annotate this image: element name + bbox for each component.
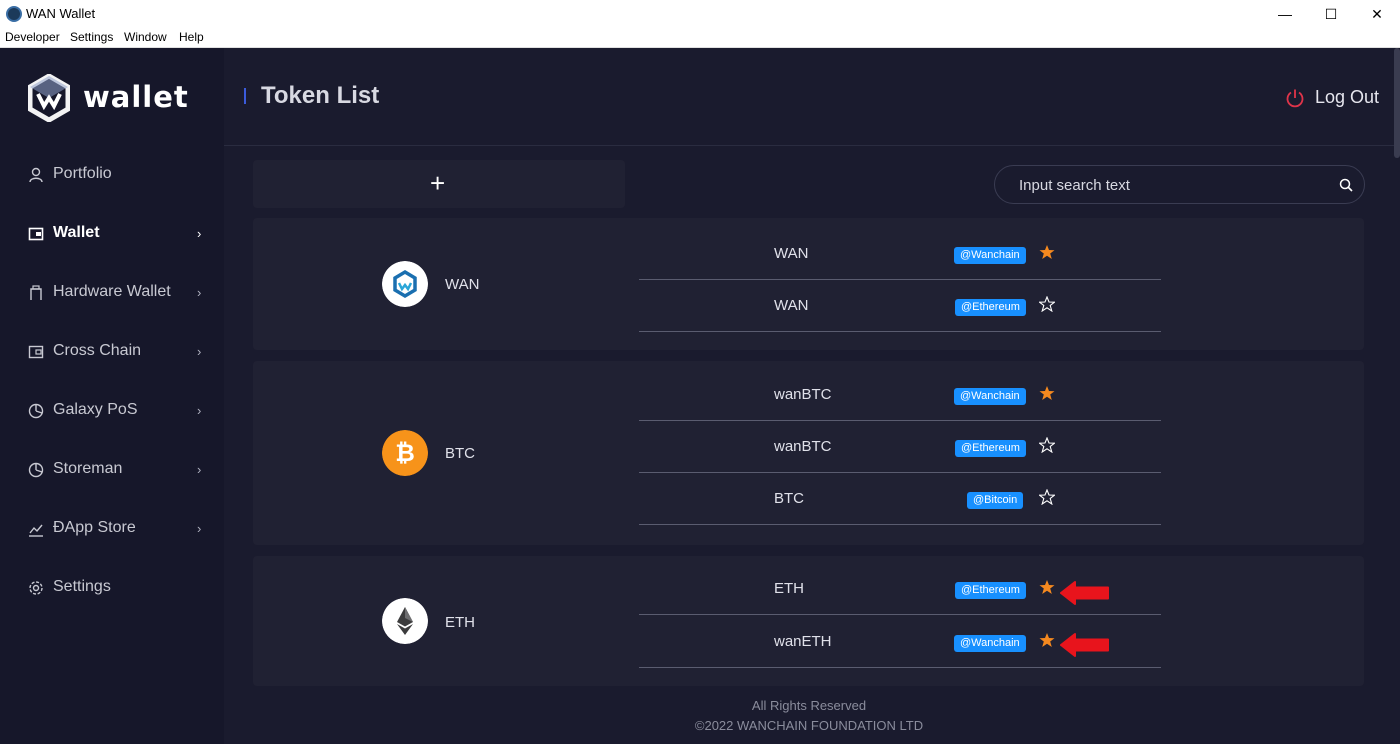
token-group-card: ₿ BTC wanBTC @Wanchain wanBTC @Ethereum … bbox=[253, 361, 1364, 545]
sidebar-item-label: Settings bbox=[53, 578, 111, 595]
minimize-button[interactable]: — bbox=[1262, 0, 1308, 28]
close-button[interactable]: ✕ bbox=[1354, 0, 1400, 28]
sidebar-item-label: ĐApp Store bbox=[53, 519, 136, 536]
token-group-card: WAN WAN @Wanchain WAN @Ethereum bbox=[253, 218, 1364, 350]
token-row[interactable]: wanBTC @Ethereum bbox=[639, 421, 1161, 473]
menu-help[interactable]: Help bbox=[179, 30, 204, 44]
sidebar-item-storeman[interactable]: Storeman › bbox=[0, 450, 224, 490]
wanchain-logo-icon bbox=[28, 74, 70, 122]
user-icon bbox=[29, 167, 43, 183]
star-filled-icon[interactable] bbox=[1039, 244, 1055, 260]
chain-tag: @Bitcoin bbox=[967, 492, 1024, 509]
main-content: Token List Log Out + Input search text W… bbox=[224, 48, 1400, 744]
sidebar-item-label: Portfolio bbox=[53, 165, 112, 182]
token-group-name: WAN bbox=[445, 276, 480, 293]
sidebar-item-portfolio[interactable]: Portfolio bbox=[0, 155, 224, 195]
search-placeholder: Input search text bbox=[1019, 177, 1130, 194]
sidebar-item-wallet[interactable]: Wallet › bbox=[0, 214, 224, 254]
search-icon[interactable] bbox=[1339, 178, 1353, 192]
star-filled-icon[interactable] bbox=[1039, 385, 1055, 401]
token-symbol: wanBTC bbox=[774, 438, 832, 455]
chain-tag: @Ethereum bbox=[955, 299, 1026, 316]
svg-text:₿: ₿ bbox=[395, 440, 415, 467]
btc-logo-icon: ₿ bbox=[382, 430, 428, 476]
star-outline-icon[interactable] bbox=[1039, 296, 1055, 312]
add-token-button[interactable]: + bbox=[253, 160, 625, 208]
star-outline-icon[interactable] bbox=[1039, 489, 1055, 505]
title-accent-bar bbox=[244, 88, 246, 104]
logout-button[interactable]: Log Out bbox=[1285, 86, 1395, 112]
star-outline-icon[interactable] bbox=[1039, 437, 1055, 453]
menu-settings[interactable]: Settings bbox=[70, 30, 113, 44]
gear-icon bbox=[29, 581, 43, 595]
window-title-bar: WAN Wallet — ☐ ✕ bbox=[0, 0, 1400, 28]
sidebar-item-label: Hardware Wallet bbox=[53, 283, 171, 300]
chain-tag: @Wanchain bbox=[954, 247, 1026, 264]
logo-text: wallet bbox=[83, 80, 189, 114]
chevron-right-icon: › bbox=[197, 285, 202, 300]
power-icon bbox=[1286, 89, 1304, 108]
page-header: Token List Log Out bbox=[224, 48, 1394, 146]
token-row[interactable]: BTC @Bitcoin bbox=[639, 473, 1161, 525]
wan-logo-icon bbox=[382, 261, 428, 307]
sidebar-item-settings[interactable]: Settings bbox=[0, 568, 224, 608]
chain-tag: @Wanchain bbox=[954, 388, 1026, 405]
plus-icon: + bbox=[430, 168, 446, 198]
cross-chain-icon bbox=[28, 345, 44, 359]
eth-logo-icon bbox=[382, 598, 428, 644]
sidebar-item-dapp-store[interactable]: ĐApp Store › bbox=[0, 509, 224, 549]
chevron-right-icon: › bbox=[197, 344, 202, 359]
sidebar-item-hardware-wallet[interactable]: Hardware Wallet › bbox=[0, 273, 224, 313]
token-row[interactable]: WAN @Ethereum bbox=[639, 280, 1161, 332]
star-filled-icon[interactable] bbox=[1039, 632, 1055, 648]
search-input[interactable]: Input search text bbox=[994, 165, 1365, 204]
line-chart-icon bbox=[29, 524, 43, 537]
token-symbol: WAN bbox=[774, 297, 809, 314]
token-row[interactable]: WAN @Wanchain bbox=[639, 228, 1161, 280]
wallet-logo: wallet bbox=[28, 74, 188, 124]
pie-chart-icon bbox=[28, 462, 44, 478]
wallet-icon bbox=[28, 227, 44, 241]
chain-tag: @Ethereum bbox=[955, 582, 1026, 599]
token-group-name: ETH bbox=[445, 614, 475, 631]
token-symbol: wanETH bbox=[774, 633, 832, 650]
menu-bar: Developer Settings Window Help bbox=[0, 28, 1400, 48]
sidebar-item-label: Cross Chain bbox=[53, 342, 142, 359]
token-group-card: ETH ETH @Ethereum wanETH @Wanchain bbox=[253, 556, 1364, 686]
annotation-arrow-icon bbox=[1060, 581, 1109, 605]
sidebar-item-label: Storeman bbox=[53, 460, 123, 477]
scrollbar-thumb[interactable] bbox=[1394, 48, 1400, 158]
sidebar-item-cross-chain[interactable]: Cross Chain › bbox=[0, 332, 224, 372]
logout-label: Log Out bbox=[1315, 87, 1380, 107]
chain-tag: @Wanchain bbox=[954, 635, 1026, 652]
footer-copyright: ©2022 WANCHAIN FOUNDATION LTD bbox=[694, 718, 924, 733]
menu-developer[interactable]: Developer bbox=[5, 30, 60, 44]
token-group-name: BTC bbox=[445, 445, 475, 462]
footer-rights: All Rights Reserved bbox=[751, 698, 867, 713]
page-title: Token List bbox=[261, 82, 380, 109]
sidebar: wallet Portfolio Wallet › Hardware Walle… bbox=[0, 48, 224, 744]
token-symbol: WAN bbox=[774, 245, 809, 262]
sidebar-item-galaxy-pos[interactable]: Galaxy PoS › bbox=[0, 391, 224, 431]
token-symbol: wanBTC bbox=[774, 386, 832, 403]
chain-tag: @Ethereum bbox=[955, 440, 1026, 457]
star-filled-icon[interactable] bbox=[1039, 579, 1055, 595]
pie-chart-icon bbox=[28, 403, 44, 419]
scrollbar[interactable] bbox=[1394, 48, 1400, 744]
chevron-right-icon: › bbox=[197, 226, 202, 241]
chevron-right-icon: › bbox=[197, 521, 202, 536]
hardware-icon bbox=[30, 285, 42, 300]
token-row[interactable]: wanBTC @Wanchain bbox=[639, 369, 1161, 421]
maximize-button[interactable]: ☐ bbox=[1308, 0, 1354, 28]
menu-window[interactable]: Window bbox=[124, 30, 167, 44]
sidebar-item-label: Galaxy PoS bbox=[53, 401, 138, 418]
token-symbol: BTC bbox=[774, 490, 804, 507]
chevron-right-icon: › bbox=[197, 462, 202, 477]
app-icon bbox=[6, 6, 22, 22]
chevron-right-icon: › bbox=[197, 403, 202, 418]
sidebar-item-label: Wallet bbox=[53, 224, 100, 241]
annotation-arrow-icon bbox=[1060, 633, 1109, 657]
token-symbol: ETH bbox=[774, 580, 804, 597]
window-title: WAN Wallet bbox=[26, 6, 96, 21]
